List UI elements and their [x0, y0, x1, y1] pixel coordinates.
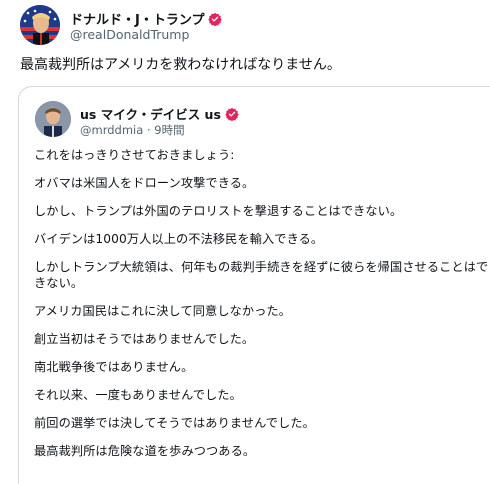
quoted-line: それ以来、一度もありませんでした。: [34, 388, 242, 402]
quoted-line: アメリカ国民はこれに決して同意しなかった。: [34, 304, 292, 318]
meta-separator: ·: [146, 123, 151, 137]
post-card: ドナルド・J・トランプ @realDonaldTrump 最高裁判所はアメリカを…: [0, 0, 490, 484]
verified-badge-icon: [208, 12, 223, 26]
author-name-text[interactable]: ドナルド・J・トランプ: [70, 9, 204, 28]
post-text: 最高裁判所はアメリカを救わなければなりません。: [20, 57, 341, 73]
quoted-timestamp[interactable]: 9時間: [154, 123, 184, 137]
author-name[interactable]: ドナルド・J・トランプ: [70, 9, 223, 28]
quoted-author-name[interactable]: us マイク・デイビス us: [80, 104, 239, 123]
quoted-text: これをはっきりさせておきましょう: オバマは米国人をドローン攻撃できる。 しかし…: [34, 147, 490, 471]
quoted-line: 最高裁判所は危険な道を歩みつつある。: [34, 444, 256, 458]
quoted-author-name-text[interactable]: us マイク・デイビス us: [80, 104, 221, 123]
author-handle[interactable]: @realDonaldTrump: [70, 27, 189, 42]
author-avatar[interactable]: [20, 5, 60, 45]
quoted-line: 創立当初はそうではありませんでした。: [34, 332, 255, 346]
quoted-meta: @mrddmia · 9時間: [80, 122, 185, 138]
quoted-line: オバマは米国人をドローン攻撃できる。: [34, 176, 255, 190]
quoted-post[interactable]: us マイク・デイビス us @mrddmia · 9時間 これをはっきりさせて…: [18, 86, 490, 484]
quoted-line: しかしトランプ大統領は、何年もの裁判手続きを経ずに彼らを帰国させることはできない…: [34, 260, 489, 290]
quoted-author-avatar[interactable]: [35, 101, 71, 137]
quoted-line: 前回の選挙では決してそうではありませんでした。: [34, 416, 315, 430]
verified-badge-icon: [225, 107, 239, 121]
quoted-line: 南北戦争後ではありません。: [34, 360, 194, 374]
quoted-line: これをはっきりさせておきましょう:: [34, 148, 235, 162]
quoted-author-handle[interactable]: @mrddmia: [80, 123, 143, 137]
quoted-line: しかし、トランプは外国のテロリストを撃退することはできない。: [34, 204, 403, 218]
quoted-line: バイデンは1000万人以上の不法移民を輸入できる。: [34, 232, 324, 246]
